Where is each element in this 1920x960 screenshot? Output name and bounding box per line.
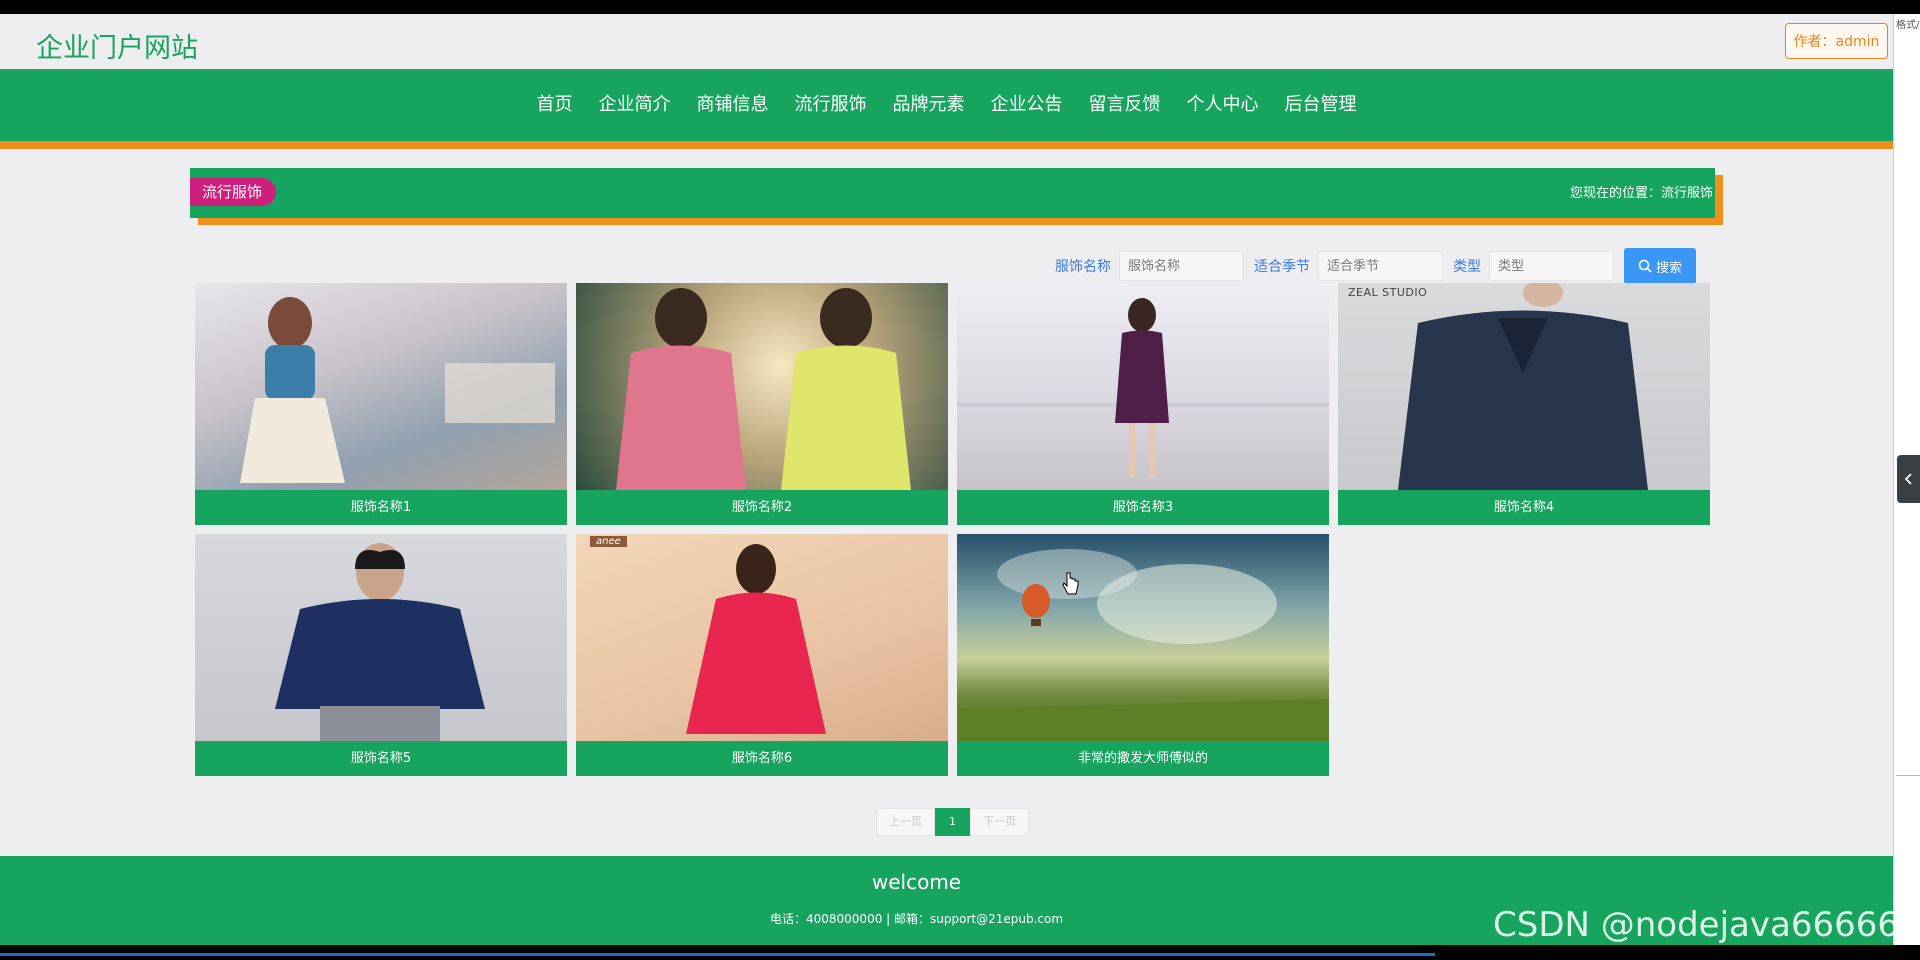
product-name[interactable]: 服饰名称1 bbox=[195, 491, 567, 525]
progress-line bbox=[0, 953, 1435, 956]
search-button[interactable]: 搜索 bbox=[1624, 248, 1696, 284]
product-photo-two-cardigans bbox=[616, 288, 911, 490]
search-icon bbox=[1638, 259, 1652, 273]
side-panel-toggle[interactable] bbox=[1897, 455, 1920, 503]
section-tag: 流行服饰 bbox=[190, 178, 277, 206]
site-title[interactable]: 企业门户网站 bbox=[36, 26, 198, 65]
product-photo-blue-shirt bbox=[275, 543, 485, 741]
product-name[interactable]: 服饰名称2 bbox=[576, 491, 948, 525]
search-name-label: 服饰名称 bbox=[1055, 259, 1111, 275]
product-card[interactable]: 非常的撒发大师傅似的 bbox=[957, 534, 1329, 776]
product-image[interactable]: ZEAL STUDIO bbox=[1338, 283, 1710, 490]
pagination-next-button[interactable]: 下一页 bbox=[970, 808, 1029, 836]
nav-item-shops[interactable]: 商铺信息 bbox=[684, 69, 782, 141]
search-season-label: 适合季节 bbox=[1254, 259, 1310, 275]
chevron-left-icon bbox=[1904, 473, 1912, 485]
product-photo-purple-dress bbox=[957, 298, 1329, 478]
product-image[interactable] bbox=[195, 283, 567, 490]
nav-bottom-stripe bbox=[0, 141, 1893, 149]
csdn-watermark: CSDN @nodejava666666 bbox=[1493, 905, 1920, 945]
product-card[interactable]: ZEAL STUDIO 服饰名称4 bbox=[1338, 283, 1710, 525]
product-photo-navy-suit bbox=[1398, 283, 1648, 490]
product-photo-woman-denim bbox=[240, 297, 555, 483]
product-name[interactable]: 服饰名称4 bbox=[1338, 491, 1710, 525]
nav-item-home[interactable]: 首页 bbox=[524, 69, 586, 141]
pagination-prev-button[interactable]: 上一页 bbox=[876, 808, 935, 836]
section-header bbox=[190, 168, 1715, 218]
search-name-input[interactable] bbox=[1119, 251, 1244, 281]
nav-item-fashion[interactable]: 流行服饰 bbox=[782, 69, 880, 141]
mouse-cursor-icon bbox=[1062, 572, 1079, 595]
nav-item-about[interactable]: 企业简介 bbox=[586, 69, 684, 141]
search-button-label: 搜索 bbox=[1655, 259, 1682, 275]
product-name[interactable]: 服饰名称5 bbox=[195, 742, 567, 776]
nav-item-admin[interactable]: 后台管理 bbox=[1272, 69, 1370, 141]
product-image[interactable]: anee bbox=[576, 534, 948, 741]
nav-item-feedback[interactable]: 留言反馈 bbox=[1076, 69, 1174, 141]
browser-viewport: 企业门户网站 作者：admin 首页 企业简介 商铺信息 流行服饰 品牌元素 企… bbox=[0, 14, 1893, 945]
product-photo-balloon-field bbox=[957, 549, 1329, 741]
product-image[interactable] bbox=[957, 534, 1329, 741]
product-name[interactable]: 服饰名称6 bbox=[576, 742, 948, 776]
pagination-page-1[interactable]: 1 bbox=[935, 808, 970, 836]
nav-item-notices[interactable]: 企业公告 bbox=[978, 69, 1076, 141]
product-image[interactable] bbox=[957, 283, 1329, 490]
image-brand-text: anee bbox=[590, 536, 627, 547]
product-card[interactable]: 服饰名称2 bbox=[576, 283, 948, 525]
product-photo-red-coat bbox=[686, 544, 826, 734]
search-season-input[interactable] bbox=[1318, 251, 1443, 281]
nav-item-brand[interactable]: 品牌元素 bbox=[880, 69, 978, 141]
main-nav: 首页 企业简介 商铺信息 流行服饰 品牌元素 企业公告 留言反馈 个人中心 后台… bbox=[0, 69, 1893, 141]
product-card[interactable]: 服饰名称1 bbox=[195, 283, 567, 525]
product-card[interactable]: anee 服饰名称6 bbox=[576, 534, 948, 776]
side-panel-note: 格式/ bbox=[1896, 20, 1920, 31]
product-image[interactable] bbox=[195, 534, 567, 741]
brand-bar: 企业门户网站 作者：admin bbox=[0, 14, 1893, 68]
pagination: 上一页 1 下一页 bbox=[876, 808, 1029, 836]
breadcrumb: 您现在的位置：流行服饰 bbox=[1569, 186, 1713, 201]
image-brand-text: ZEAL STUDIO bbox=[1348, 286, 1428, 299]
search-type-label: 类型 bbox=[1453, 259, 1481, 275]
product-card[interactable]: 服饰名称5 bbox=[195, 534, 567, 776]
side-panel-divider bbox=[1896, 775, 1920, 776]
product-card[interactable]: 服饰名称3 bbox=[957, 283, 1329, 525]
product-image[interactable] bbox=[576, 283, 948, 490]
product-name[interactable]: 非常的撒发大师傅似的 bbox=[957, 742, 1329, 776]
author-badge[interactable]: 作者：admin bbox=[1785, 23, 1888, 59]
search-bar: 服饰名称 适合季节 类型 搜索 bbox=[1055, 248, 1696, 284]
footer-welcome: welcome bbox=[871, 870, 962, 894]
search-type-input[interactable] bbox=[1489, 251, 1614, 281]
nav-item-profile[interactable]: 个人中心 bbox=[1174, 69, 1272, 141]
product-name[interactable]: 服饰名称3 bbox=[957, 491, 1329, 525]
